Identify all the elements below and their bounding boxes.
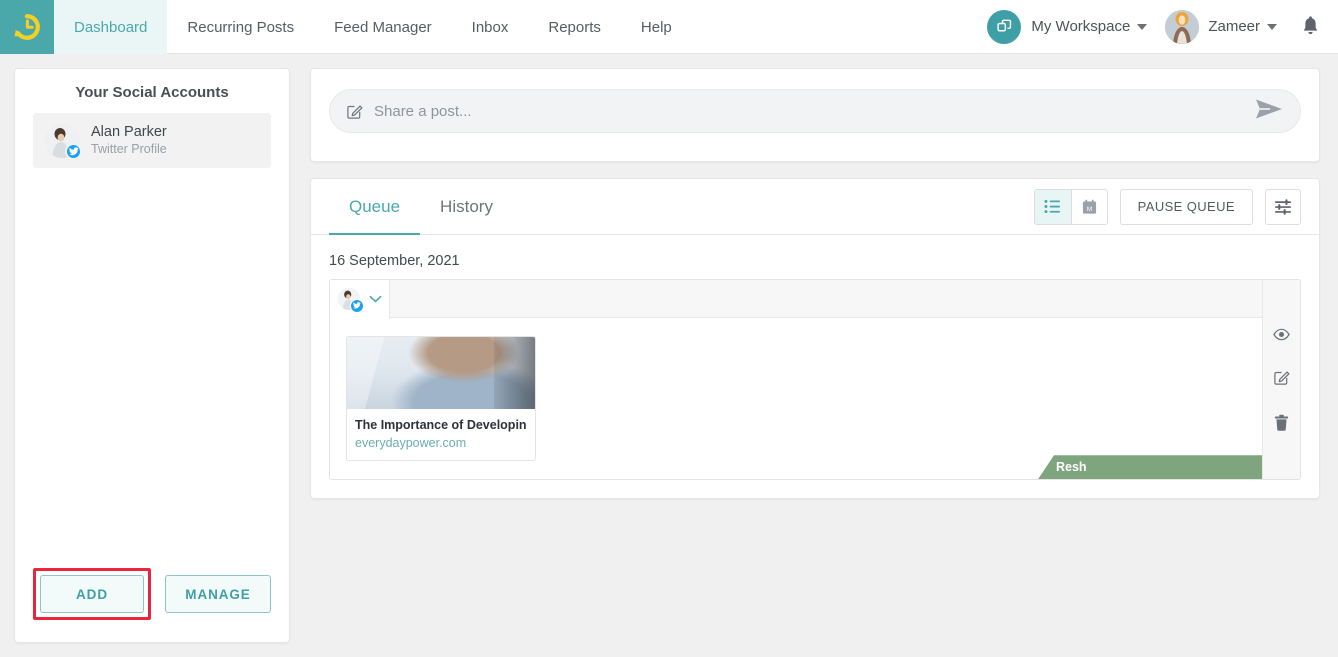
workspace-chevron-down-icon[interactable] <box>1137 23 1148 30</box>
compose-pencil-icon <box>347 104 363 119</box>
queue-date-label: 16 September, 2021 <box>329 253 460 269</box>
link-preview-card[interactable]: The Importance of Developin... everydayp… <box>346 336 536 462</box>
send-arrow-icon[interactable] <box>1254 98 1284 125</box>
edit-pencil-icon[interactable] <box>1273 369 1290 386</box>
twitter-bird-glyph <box>68 146 79 155</box>
view-toggle-group: M <box>1033 188 1108 225</box>
accounts-list: Alan Parker Twitter Profile <box>15 113 289 168</box>
post-main: The Importance of Developin... everydayp… <box>330 280 1262 480</box>
eye-glyph <box>1273 328 1290 341</box>
pause-queue-button[interactable]: PAUSE QUEUE <box>1119 188 1253 225</box>
twitter-bird-glyph <box>353 302 361 309</box>
list-view-icon[interactable] <box>1034 189 1071 224</box>
workspace-squares-icon[interactable] <box>987 9 1022 44</box>
tab-history[interactable]: History <box>420 179 513 235</box>
page-body: Your Social Accounts Alan Parker Twitter… <box>0 54 1338 657</box>
user-chevron-down-icon[interactable] <box>1267 23 1277 30</box>
article-thumbnail-man-writing <box>347 337 535 409</box>
trash-glyph <box>1274 414 1289 431</box>
trash-delete-icon[interactable] <box>1274 414 1289 431</box>
queue-toolbar: M PAUSE QUEUE <box>1033 188 1301 225</box>
social-accounts-sidebar: Your Social Accounts Alan Parker Twitter… <box>14 68 290 643</box>
user-avatar-image <box>1165 9 1200 44</box>
twitter-icon <box>350 298 364 313</box>
main-column: Share a post... Queue History M PAUSE QU… <box>310 68 1320 657</box>
notification-bell-icon[interactable] <box>1301 16 1320 37</box>
link-domain[interactable]: everydaypower.com <box>355 436 527 450</box>
tab-queue[interactable]: Queue <box>329 179 420 235</box>
svg-text:M: M <box>1086 205 1091 212</box>
nav-item-inbox[interactable]: Inbox <box>452 0 529 54</box>
post-account-avatar <box>338 287 364 313</box>
add-button-highlight: ADD <box>33 568 151 620</box>
workspace-label[interactable]: My Workspace <box>1031 18 1130 35</box>
main-nav: Dashboard Recurring Posts Feed Manager I… <box>54 0 692 54</box>
clock-refresh-logo-icon <box>14 14 40 40</box>
avatar[interactable] <box>1165 9 1200 44</box>
post-action-rail <box>1262 280 1300 480</box>
status-badge: Resh <box>1038 455 1262 480</box>
edit-pencil-glyph <box>1274 371 1290 385</box>
manage-accounts-button[interactable]: MANAGE <box>165 575 271 613</box>
list-item[interactable]: Alan Parker Twitter Profile <box>33 113 271 168</box>
table-row: The Importance of Developin... everydayp… <box>329 279 1301 481</box>
twitter-icon <box>65 142 82 160</box>
post-account-selector[interactable] <box>330 280 390 318</box>
top-header: Dashboard Recurring Posts Feed Manager I… <box>0 0 1338 54</box>
nav-item-dashboard[interactable]: Dashboard <box>54 0 168 54</box>
nav-item-feed-manager[interactable]: Feed Manager <box>314 0 452 54</box>
filter-sliders-glyph <box>1275 199 1291 215</box>
share-placeholder-text: Share a post... <box>374 102 472 120</box>
share-post-card: Share a post... <box>310 68 1320 162</box>
account-type: Twitter Profile <box>91 142 167 157</box>
filter-sliders-icon[interactable] <box>1265 188 1301 225</box>
nav-item-reports[interactable]: Reports <box>528 0 621 54</box>
chevron-down-icon <box>369 295 382 302</box>
user-name-label[interactable]: Zameer <box>1208 18 1260 35</box>
nav-item-help[interactable]: Help <box>621 0 692 54</box>
add-account-button[interactable]: ADD <box>40 575 144 613</box>
post-body: The Importance of Developin... everydayp… <box>330 318 1262 480</box>
post-header <box>330 280 1262 318</box>
sidebar-footer: ADD MANAGE <box>15 568 289 642</box>
queue-tabs-row: Queue History M PAUSE QUEUE <box>311 179 1319 235</box>
calendar-view-glyph: M <box>1082 199 1096 214</box>
send-arrow-glyph <box>1256 99 1282 118</box>
eye-preview-icon[interactable] <box>1273 328 1290 341</box>
share-input[interactable]: Share a post... <box>329 89 1301 133</box>
queue-post-list: The Importance of Developin... everydayp… <box>311 279 1319 498</box>
link-preview-meta: The Importance of Developin... everydayp… <box>347 409 535 460</box>
account-name: Alan Parker <box>91 124 167 140</box>
link-title: The Importance of Developin... <box>355 418 527 432</box>
bell-glyph <box>1303 16 1318 35</box>
sidebar-title: Your Social Accounts <box>75 84 229 101</box>
list-view-glyph <box>1044 199 1061 214</box>
account-avatar <box>45 123 82 160</box>
header-right-cluster: My Workspace Zameer <box>987 0 1338 53</box>
account-text: Alan Parker Twitter Profile <box>91 123 167 158</box>
calendar-view-icon[interactable]: M <box>1070 189 1107 224</box>
workspace-squares-glyph <box>997 19 1012 32</box>
nav-item-recurring-posts[interactable]: Recurring Posts <box>167 0 314 54</box>
queue-card: Queue History M PAUSE QUEUE 16 September… <box>310 178 1320 500</box>
app-logo[interactable] <box>0 0 54 54</box>
